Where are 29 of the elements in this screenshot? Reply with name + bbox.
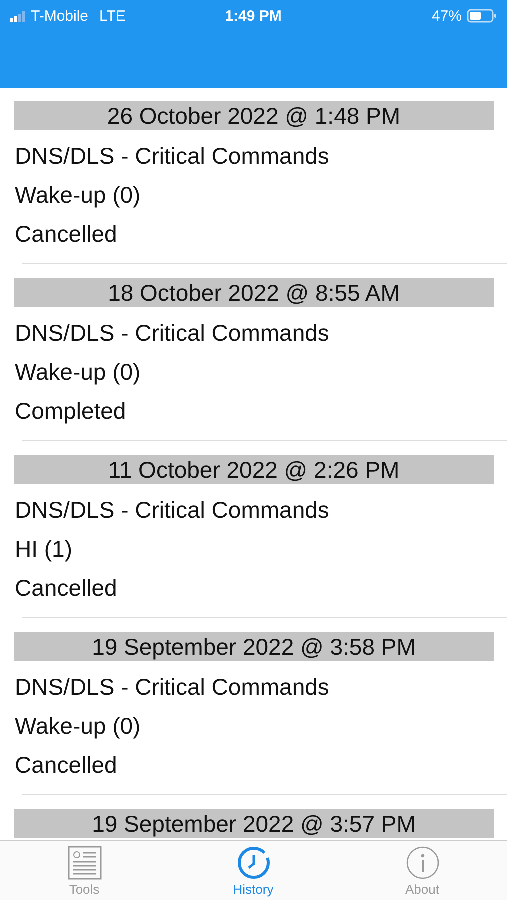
- command-set: DNS/DLS - Critical Commands: [14, 142, 330, 171]
- command-name: Wake-up (0): [14, 358, 142, 387]
- command-name: HI (1): [14, 535, 74, 564]
- date-header: 26 October 2022 @ 1:48 PM: [14, 101, 494, 130]
- command-status: Cancelled: [14, 220, 118, 249]
- clock-icon: [236, 846, 270, 880]
- tab[interactable]: History: [169, 841, 338, 900]
- command-status: Cancelled: [14, 574, 118, 603]
- command-status: Cancelled: [14, 751, 118, 780]
- battery-icon: [466, 9, 497, 23]
- date-header: 19 September 2022 @ 3:57 PM: [14, 809, 494, 838]
- network-type: LTE: [100, 8, 126, 24]
- command-set: DNS/DLS - Critical Commands: [14, 319, 330, 348]
- battery-percent: 47%: [432, 8, 462, 24]
- tab[interactable]: About: [338, 841, 507, 900]
- tab[interactable]: Tools: [0, 841, 169, 900]
- info-icon: [406, 846, 440, 880]
- date-header: 19 September 2022 @ 3:58 PM: [14, 632, 494, 661]
- command-set: DNS/DLS - Critical Commands: [14, 673, 330, 702]
- command-status: Completed: [14, 397, 128, 426]
- carrier-name: T-Mobile: [31, 8, 89, 24]
- command-name: Wake-up (0): [14, 712, 142, 741]
- document-icon: [68, 846, 102, 880]
- clock: 1:49 PM: [225, 8, 282, 24]
- command-set: DNS/DLS - Critical Commands: [14, 496, 330, 525]
- date-header: 18 October 2022 @ 8:55 AM: [14, 278, 494, 307]
- signal-icon: [10, 10, 26, 22]
- command-name: Wake-up (0): [14, 181, 142, 210]
- date-header: 11 October 2022 @ 2:26 PM: [14, 455, 494, 484]
